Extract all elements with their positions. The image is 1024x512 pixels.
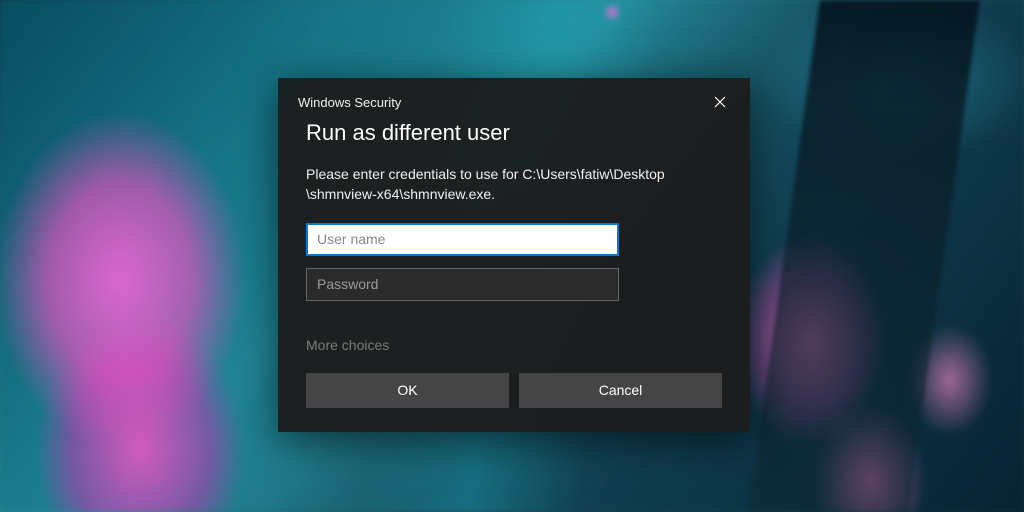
credentials-dialog: Windows Security Run as different user P…: [278, 78, 750, 432]
dialog-title: Windows Security: [298, 95, 401, 110]
ok-button[interactable]: OK: [306, 373, 509, 408]
dialog-heading: Run as different user: [306, 120, 722, 146]
close-icon: [714, 96, 726, 108]
password-input[interactable]: [306, 268, 619, 301]
dialog-button-row: OK Cancel: [306, 373, 722, 408]
cancel-button[interactable]: Cancel: [519, 373, 722, 408]
username-input[interactable]: [306, 223, 619, 256]
more-choices-link[interactable]: More choices: [306, 337, 722, 353]
dialog-message: Please enter credentials to use for C:\U…: [306, 164, 722, 205]
close-button[interactable]: [710, 92, 730, 112]
dialog-header: Windows Security: [306, 92, 722, 112]
